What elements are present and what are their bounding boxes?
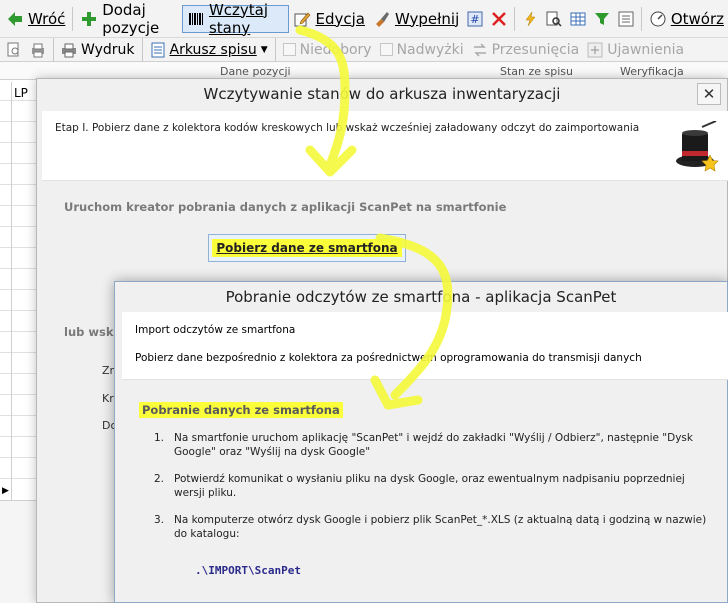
filter-button[interactable] xyxy=(590,5,614,33)
step-text: Na komputerze otwórz dysk Google i pobie… xyxy=(174,514,707,540)
lp-column-header[interactable]: LP xyxy=(14,86,28,100)
header-title: Import odczytów ze smartfona xyxy=(135,324,296,336)
list-button[interactable] xyxy=(614,5,638,33)
step-number: 3. xyxy=(154,514,165,526)
separator xyxy=(274,37,276,62)
open-label: Otwórz xyxy=(670,9,724,28)
source-label: Zr xyxy=(102,364,115,377)
col-data-header[interactable]: Dane pozycji xyxy=(220,65,291,78)
sheet-icon xyxy=(150,42,166,58)
dialog-header: Etap I. Pobierz dane z kolektora kodów k… xyxy=(42,111,728,181)
hash-icon: # xyxy=(467,11,483,27)
step-text: Potwierdź komunikat o wysłaniu pliku na … xyxy=(174,473,685,499)
row-indicator-column xyxy=(0,82,12,500)
doc-search-button[interactable] xyxy=(2,39,26,61)
surpluses-toggle[interactable]: Nadwyżki xyxy=(376,39,468,61)
separator xyxy=(72,6,74,31)
inventory-sheet-button[interactable]: Arkusz spisu ▼ xyxy=(146,39,272,61)
filter-icon xyxy=(594,11,610,27)
search-doc-button[interactable] xyxy=(542,5,566,33)
load-stock-button[interactable]: Wczytaj stany xyxy=(181,1,290,37)
plus-icon xyxy=(80,10,98,28)
document-search-icon xyxy=(6,42,22,58)
open-button[interactable]: Otwórz xyxy=(645,5,728,33)
svg-text:#: # xyxy=(471,13,480,26)
hash-button[interactable]: # xyxy=(463,5,487,33)
header-description: Pobierz dane bezpośrednio z kolektora za… xyxy=(135,352,642,364)
step-description: Etap I. Pobierz dane z kolektora kodów k… xyxy=(55,122,640,134)
separator xyxy=(141,37,143,62)
secondary-toolbar: Wydruk Arkusz spisu ▼ Niedobory Nadwyżki… xyxy=(0,37,728,62)
moves-toggle[interactable]: Przesunięcia xyxy=(468,39,584,61)
printer-icon xyxy=(30,42,46,58)
surpluses-label: Nadwyżki xyxy=(396,41,464,58)
search-document-icon xyxy=(546,11,562,27)
plus-box-icon xyxy=(587,42,603,58)
dialog-title: Pobranie odczytów ze smartfona - aplikac… xyxy=(115,282,727,312)
separator xyxy=(641,6,642,31)
arrow-left-icon xyxy=(6,10,24,28)
col-stock-header[interactable]: Stan ze spisu xyxy=(500,65,573,78)
table-button[interactable] xyxy=(566,5,590,33)
edit-label: Edycja xyxy=(315,9,365,28)
section-title-text: Pobranie danych ze smartfona xyxy=(139,402,343,418)
fill-label: Wypełnij xyxy=(394,9,460,28)
list-item: 2. Potwierdź komunikat o wysłaniu pliku n… xyxy=(154,472,714,500)
dialog-body: Pobranie danych ze smartfona 1. Na smartf… xyxy=(122,381,728,603)
checkbox-icon xyxy=(379,43,393,56)
dialog-header: Import odczytów ze smartfona Pobierz dan… xyxy=(122,312,728,380)
lightning-button[interactable] xyxy=(518,5,542,33)
load-stock-label: Wczytaj stany xyxy=(208,0,269,37)
back-label: Wróć xyxy=(28,9,66,28)
edit-button[interactable]: Edycja xyxy=(289,5,368,33)
gauge-icon xyxy=(649,10,667,28)
magic-hat-icon xyxy=(674,120,720,173)
reveals-toggle[interactable]: Ujawnienia xyxy=(583,39,688,61)
other-source-section-title: lub wska xyxy=(64,325,122,339)
step-number: 1. xyxy=(154,432,165,444)
separator xyxy=(514,6,516,31)
section-title: Pobranie danych ze smartfona xyxy=(139,402,343,418)
inventory-sheet-label: Arkusz spisu xyxy=(169,41,257,58)
shortages-toggle[interactable]: Niedobory xyxy=(279,39,376,61)
add-positions-button[interactable]: Dodaj pozycje xyxy=(76,1,182,37)
print-preview-button[interactable] xyxy=(26,39,50,61)
dialog-title: Wczytywanie stanów do arkusza inwentaryz… xyxy=(37,79,727,109)
steps-list: 1. Na smartfonie uruchom aplikację "ScanP… xyxy=(154,431,714,554)
table-icon xyxy=(570,11,586,27)
checkbox-icon xyxy=(282,43,296,56)
moves-label: Przesunięcia xyxy=(491,41,580,58)
transfer-icon xyxy=(472,42,488,58)
separator xyxy=(53,37,54,62)
close-button[interactable]: ✕ xyxy=(697,83,721,105)
fill-button[interactable]: Wypełnij xyxy=(369,5,463,33)
step-text: Na smartfonie uruchom aplikację "ScanPet… xyxy=(174,432,693,458)
list-item: 3. Na komputerze otwórz dysk Google i pob… xyxy=(154,513,714,541)
import-path: .\IMPORT\ScanPet xyxy=(195,564,301,577)
back-button[interactable]: Wróć xyxy=(2,5,69,33)
chevron-down-icon: ▼ xyxy=(260,44,268,55)
get-from-smartphone-button[interactable]: Pobierz dane ze smartfona xyxy=(208,234,406,262)
print-button[interactable]: Wydruk xyxy=(57,39,139,61)
col-verify-header[interactable]: Weryfikacja xyxy=(620,65,684,78)
scanpet-section-title: Uruchom kreator pobrania danych z aplika… xyxy=(64,200,507,214)
list-icon xyxy=(618,11,634,27)
current-row-arrow-icon: ▶ xyxy=(2,486,9,496)
main-toolbar: Wróć Dodaj pozycje Wczytaj stany Edycja … xyxy=(0,0,728,38)
reveals-label: Ujawnienia xyxy=(607,41,685,58)
brush-icon xyxy=(373,10,391,28)
shortages-label: Niedobory xyxy=(299,41,372,58)
step-number: 2. xyxy=(154,473,165,485)
print-label: Wydruk xyxy=(81,41,135,58)
edit-icon xyxy=(293,10,311,28)
delete-button[interactable] xyxy=(487,5,511,33)
barcode-icon xyxy=(187,10,205,28)
printer-icon xyxy=(61,42,77,58)
add-positions-label: Dodaj pozycje xyxy=(102,0,160,37)
lightning-icon xyxy=(522,11,538,27)
smartphone-import-dialog: Pobranie odczytów ze smartfona - aplikac… xyxy=(114,281,728,603)
get-from-smartphone-label: Pobierz dane ze smartfona xyxy=(212,239,402,257)
list-item: 1. Na smartfonie uruchom aplikację "ScanP… xyxy=(154,431,714,459)
close-red-icon xyxy=(491,11,507,27)
